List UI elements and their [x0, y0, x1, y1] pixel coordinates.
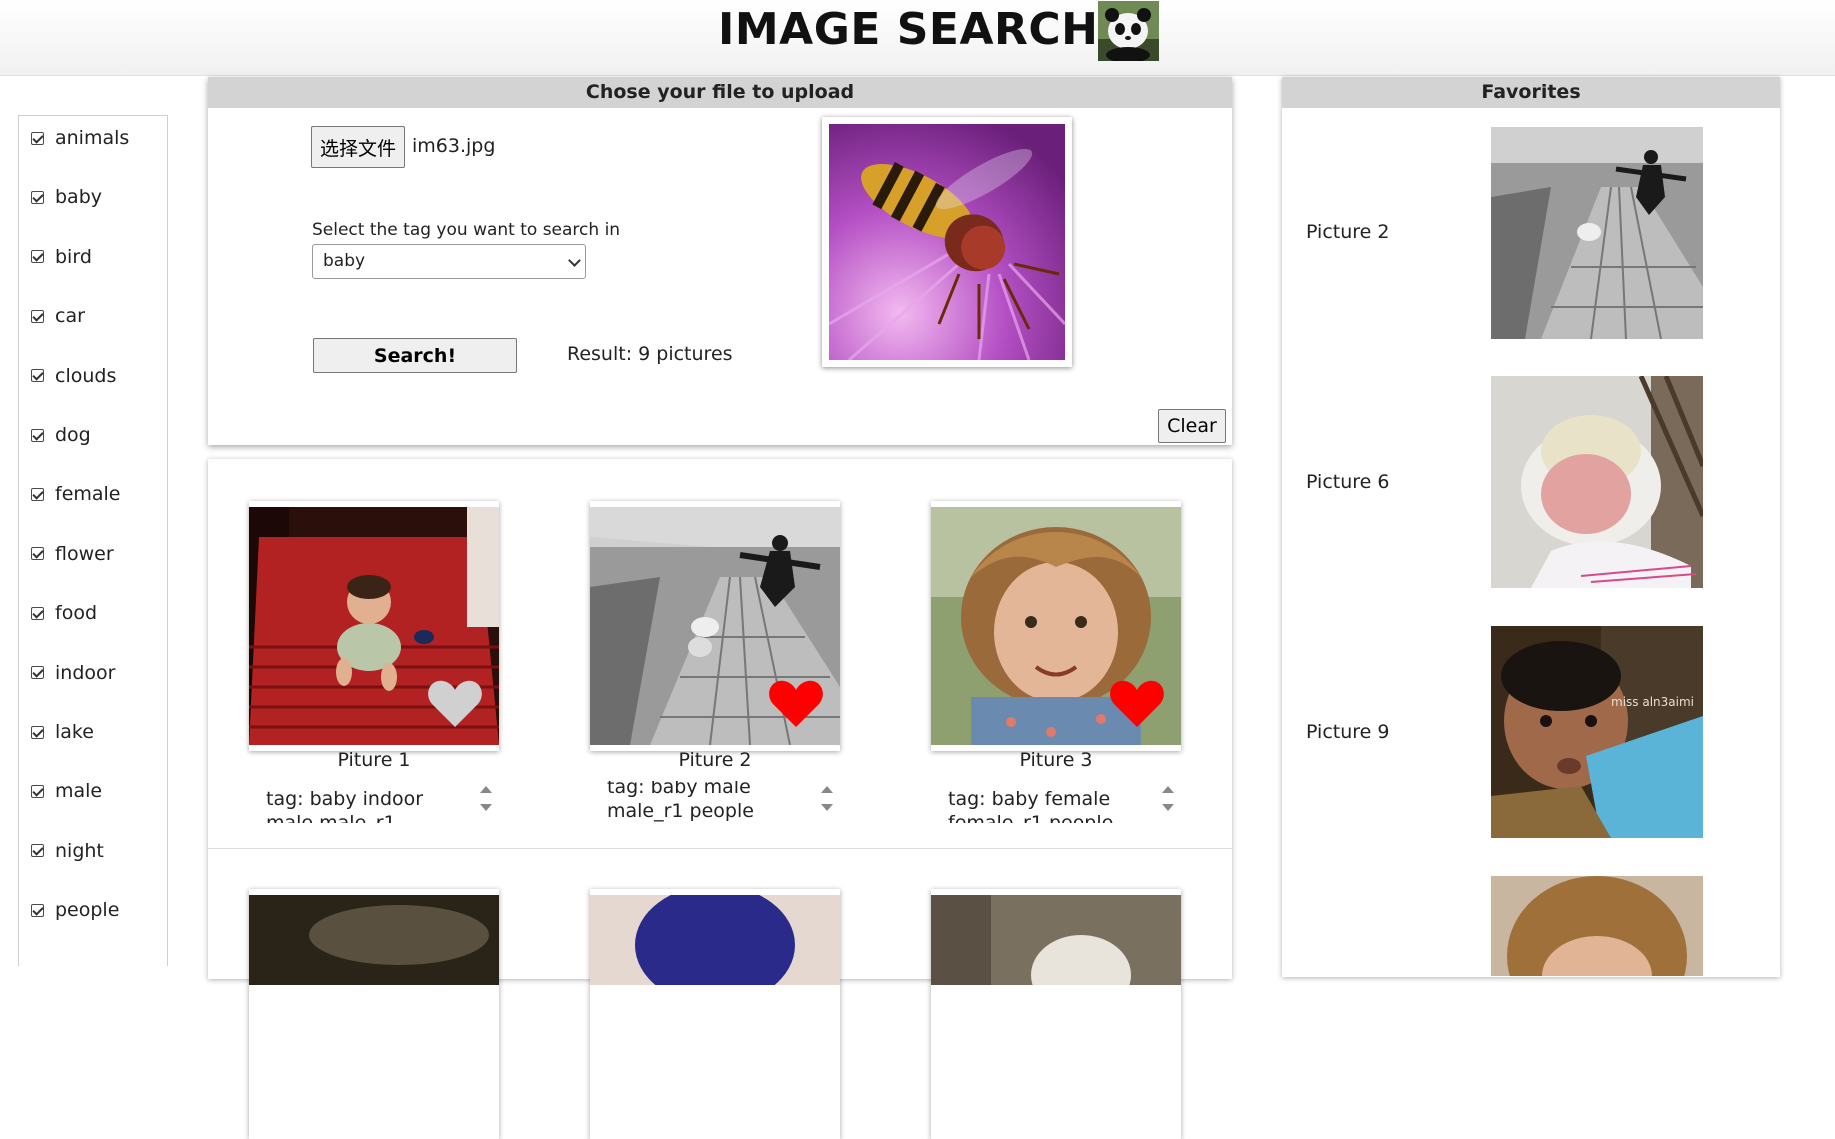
tag-filter-item[interactable]: food	[19, 598, 167, 628]
tag-filter-item[interactable]: bird	[19, 242, 167, 272]
favorite-item-label: Picture 9	[1306, 721, 1390, 743]
tag-filter-label: indoor	[55, 661, 116, 684]
checkbox[interactable]	[31, 309, 44, 323]
tag-filter-label: animals	[55, 127, 130, 149]
favorite-item-label: Picture 2	[1306, 221, 1390, 243]
scroll-arrows-icon[interactable]	[1162, 786, 1174, 816]
tag-filter-label: night	[55, 839, 104, 862]
photo	[590, 895, 840, 985]
tag-filter-item[interactable]: male	[19, 776, 167, 806]
checkbox[interactable]	[31, 547, 44, 561]
row-divider	[208, 848, 1232, 849]
tag-filter-label: bird	[55, 245, 92, 268]
result-card-name: Piture 3	[1019, 749, 1093, 771]
result-card[interactable]	[931, 889, 1181, 1139]
choose-file-button[interactable]: 选择文件	[311, 126, 405, 168]
tag-select[interactable]: baby	[312, 244, 586, 279]
results-panel: Piture 1 tag: baby indoor male male_r1 p…	[208, 459, 1232, 1139]
result-card-name: Piture 1	[337, 749, 411, 771]
tag-filter-item[interactable]: animals	[19, 123, 167, 153]
result-card[interactable]	[590, 889, 840, 1139]
tag-filter-label: male	[55, 780, 103, 803]
clear-button[interactable]: Clear	[1158, 409, 1226, 443]
tag-filter-label: lake	[55, 721, 94, 743]
favorite-thumbnail[interactable]	[1491, 876, 1703, 976]
hoverfly-photo	[829, 124, 1065, 360]
result-card[interactable]	[249, 889, 499, 1139]
checkbox[interactable]	[31, 666, 44, 680]
result-card-name: Piture 2	[678, 749, 752, 771]
checkbox[interactable]	[31, 903, 44, 917]
search-button[interactable]: Search!	[313, 338, 517, 373]
checkbox[interactable]	[31, 250, 44, 264]
tag-filter-item[interactable]: indoor	[19, 658, 167, 688]
result-count: Result: 9 pictures	[567, 343, 733, 365]
heart-icon[interactable]	[427, 679, 483, 729]
favorite-thumbnail[interactable]	[1491, 127, 1703, 339]
checkbox[interactable]	[31, 784, 44, 798]
tag-filter-item[interactable]: baby	[19, 182, 167, 212]
tag-filter-label: dog	[55, 424, 91, 446]
tag-filter-item[interactable]: flower	[19, 539, 167, 569]
tag-filter-label: baby	[55, 186, 103, 209]
result-card-tags[interactable]: tag: baby male male_r1 people	[607, 781, 837, 823]
checkbox[interactable]	[31, 131, 44, 145]
checkbox[interactable]	[31, 487, 44, 501]
tag-filter-label: people	[55, 899, 120, 922]
tag-filter-item[interactable]: car	[19, 301, 167, 331]
favorite-thumbnail[interactable]: miss aln3aimi	[1491, 626, 1703, 838]
favorites-panel: Favorites Picture 2 Picture 6 Picture 9	[1282, 77, 1780, 977]
photo	[249, 895, 499, 985]
favorite-item-label: Picture 6	[1306, 471, 1390, 493]
result-card-tags[interactable]: tag: baby indoor male male_r1 people	[266, 781, 496, 823]
page-title: IMAGE SEARCH	[718, 4, 1099, 55]
tag-filter-item[interactable]: female	[19, 479, 167, 509]
page-header: IMAGE SEARCH	[0, 0, 1835, 76]
upload-heading: Chose your file to upload	[208, 77, 1232, 108]
checkbox[interactable]	[31, 844, 44, 858]
checkbox[interactable]	[31, 428, 44, 442]
upload-panel: Chose your file to upload 选择文件 im63.jpg …	[208, 77, 1232, 445]
scroll-arrows-icon[interactable]	[821, 786, 833, 816]
checkbox[interactable]	[31, 369, 44, 383]
uploaded-image-preview	[822, 117, 1072, 367]
chevron-down-icon	[568, 254, 581, 267]
tag-filter-item[interactable]: people	[19, 895, 167, 925]
checkbox[interactable]	[31, 725, 44, 739]
panda-logo	[1098, 1, 1159, 61]
tag-filter-label: clouds	[55, 364, 117, 387]
tag-filter-item[interactable]: lake	[19, 717, 167, 747]
tag-filter-item[interactable]: night	[19, 836, 167, 866]
file-name: im63.jpg	[412, 135, 496, 157]
result-card[interactable]	[931, 501, 1181, 751]
result-card-tags-text: tag: baby male male_r1 people	[607, 781, 754, 822]
favorite-thumbnail[interactable]	[1491, 376, 1703, 588]
checkbox[interactable]	[31, 190, 44, 204]
photo	[931, 895, 1181, 985]
result-card[interactable]	[590, 501, 840, 751]
result-card-tags-text: tag: baby female female_r1 people	[948, 788, 1114, 823]
tag-filter-label: food	[55, 602, 97, 625]
tag-filter-item[interactable]: clouds	[19, 361, 167, 391]
heart-icon[interactable]	[1109, 679, 1165, 729]
tag-filter-label: car	[55, 305, 85, 328]
watermark: miss aln3aimi	[1611, 695, 1694, 709]
heart-icon[interactable]	[768, 679, 824, 729]
result-card[interactable]	[249, 501, 499, 751]
scroll-arrows-icon[interactable]	[480, 786, 492, 816]
tag-filter-item[interactable]: dog	[19, 420, 167, 450]
result-card-tags-text: tag: baby indoor male male_r1 people	[266, 788, 424, 823]
tag-filter-label: female	[55, 483, 121, 506]
result-card-tags[interactable]: tag: baby female female_r1 people	[948, 781, 1178, 823]
tag-select-label: Select the tag you want to search in	[312, 220, 621, 240]
tag-select-value: baby	[323, 251, 366, 271]
checkbox[interactable]	[31, 606, 44, 620]
tag-filter-label: flower	[55, 542, 114, 565]
tag-filter-sidebar: animals baby bird car clouds dog female …	[18, 115, 168, 966]
favorites-heading: Favorites	[1282, 77, 1780, 108]
